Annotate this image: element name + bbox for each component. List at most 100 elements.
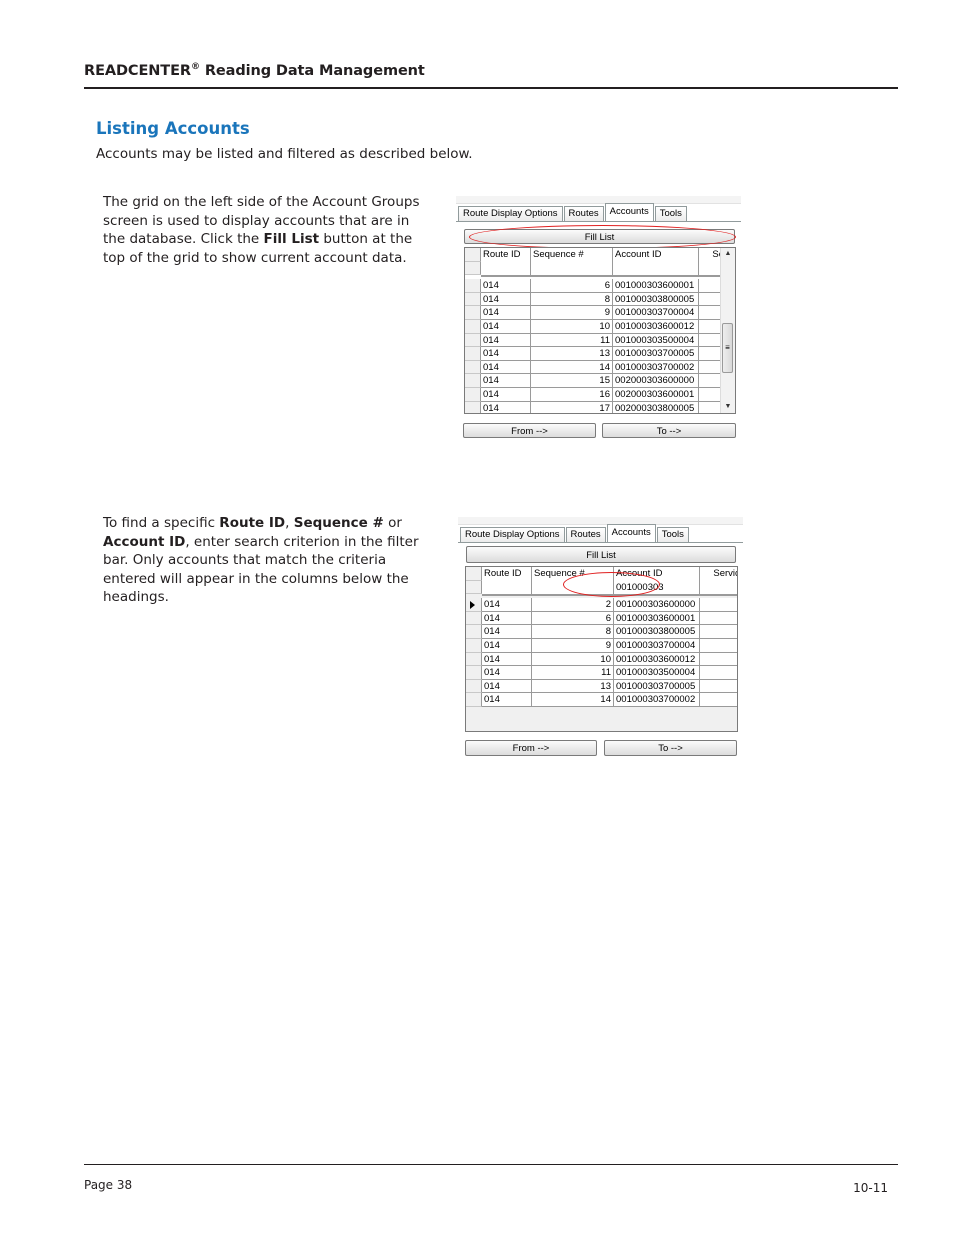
table-row[interactable]: 014110010003035000041 xyxy=(466,666,737,680)
table-row[interactable]: 014140010003037000021 xyxy=(466,693,737,707)
cell-seq: 17 xyxy=(531,401,613,413)
filter-route-id[interactable] xyxy=(481,261,531,278)
scroll-thumb[interactable]: ≡ xyxy=(722,323,733,373)
row-selector[interactable] xyxy=(465,292,481,307)
column-header-account-id[interactable]: Account ID xyxy=(613,248,699,262)
row-selector[interactable] xyxy=(465,279,481,293)
row-selector[interactable] xyxy=(466,679,482,694)
cell-seq: 13 xyxy=(531,347,613,361)
table-row[interactable]: 014150020003036000001 xyxy=(465,374,735,388)
table-row[interactable]: 01480010003038000051 xyxy=(465,292,735,307)
cell-seq: 2 xyxy=(532,598,614,612)
cell-route: 014 xyxy=(481,333,531,348)
tab-accounts[interactable]: Accounts xyxy=(606,524,656,542)
section-intro: Accounts may be listed and filtered as d… xyxy=(96,146,473,162)
cell-seq: 15 xyxy=(531,374,613,388)
text: , xyxy=(285,515,294,531)
column-header-sequence-[interactable]: Sequence # xyxy=(531,248,613,262)
row-selector[interactable] xyxy=(466,625,482,639)
to-button[interactable]: To --> xyxy=(604,740,737,756)
header-rule xyxy=(84,87,898,89)
cell-service: 1 xyxy=(700,611,737,626)
table-row[interactable]: 01480010003038000051 xyxy=(466,625,737,639)
tab-route-display-options[interactable]: Route Display Options xyxy=(460,527,565,542)
filter-sequence[interactable] xyxy=(531,261,613,278)
cell-seq: 16 xyxy=(531,388,613,402)
fill-list-button[interactable]: Fill List xyxy=(464,229,735,244)
table-row[interactable]: 014140010003037000021 xyxy=(465,360,735,375)
row-selector xyxy=(465,261,481,276)
cell-route: 014 xyxy=(481,320,531,334)
cell-account: 001000303700004 xyxy=(613,306,699,320)
table-row[interactable]: 01460010003036000011 xyxy=(466,611,737,626)
tab-tools[interactable]: Tools xyxy=(656,527,689,542)
row-selector[interactable] xyxy=(465,306,481,320)
tab-accounts[interactable]: Accounts xyxy=(604,203,654,221)
from-button[interactable]: From --> xyxy=(463,423,596,438)
row-selector[interactable] xyxy=(466,598,482,612)
filter-account-id[interactable] xyxy=(613,261,699,278)
row-selector[interactable] xyxy=(465,388,481,402)
row-selector[interactable] xyxy=(465,374,481,388)
cell-seq: 10 xyxy=(532,652,614,667)
row-selector[interactable] xyxy=(465,401,481,413)
vertical-scrollbar[interactable]: ▲ ≡ ▼ xyxy=(720,248,735,413)
cell-account: 001000303600001 xyxy=(614,611,700,626)
cell-seq: 10 xyxy=(531,320,613,334)
row-selector[interactable] xyxy=(465,320,481,334)
table-row[interactable]: 014130010003037000051 xyxy=(465,347,735,361)
cell-account: 001000303600012 xyxy=(613,320,699,334)
row-selector[interactable] xyxy=(465,360,481,375)
row-selector[interactable] xyxy=(466,666,482,680)
filter-route-id[interactable] xyxy=(482,580,532,597)
tab-route-display-options[interactable]: Route Display Options xyxy=(458,206,563,221)
text: or xyxy=(383,515,402,531)
column-header-account-id[interactable]: Account ID xyxy=(614,567,700,581)
table-row[interactable]: 014160020003036000011 xyxy=(465,388,735,402)
column-header-sequence-[interactable]: Sequence # xyxy=(532,567,614,581)
filter-sequence[interactable] xyxy=(532,580,614,597)
scroll-down-icon[interactable]: ▼ xyxy=(721,401,735,413)
to-button[interactable]: To --> xyxy=(602,423,736,438)
cell-route: 014 xyxy=(482,625,532,639)
row-selector[interactable] xyxy=(466,693,482,707)
row-selector[interactable] xyxy=(466,639,482,653)
tab-bar: Route Display Options Routes Accounts Tools xyxy=(458,203,688,221)
cell-seq: 14 xyxy=(532,693,614,707)
column-header-service-[interactable]: Service # xyxy=(700,567,737,581)
filter-account-id[interactable]: 001000303 xyxy=(614,580,700,597)
cell-seq: 8 xyxy=(531,292,613,307)
from-button[interactable]: From --> xyxy=(465,740,597,756)
cell-account: 001000303600012 xyxy=(614,652,700,667)
filter-service[interactable] xyxy=(700,580,737,597)
cell-account: 001000303700005 xyxy=(614,679,700,694)
document-header-title: READCENTER® Reading Data Management xyxy=(84,62,425,79)
row-selector xyxy=(466,567,482,581)
table-row[interactable]: 01490010003037000041 xyxy=(466,639,737,653)
tab-tools[interactable]: Tools xyxy=(654,206,687,221)
scroll-up-icon[interactable]: ▲ xyxy=(721,248,735,260)
column-header-route-id[interactable]: Route ID xyxy=(482,567,532,581)
tab-routes[interactable]: Routes xyxy=(563,206,604,221)
table-row[interactable]: 014110010003035000041 xyxy=(465,333,735,348)
row-selector[interactable] xyxy=(466,652,482,667)
row-selector[interactable] xyxy=(466,611,482,626)
fill-list-button[interactable]: Fill List xyxy=(466,546,736,563)
cell-route: 014 xyxy=(481,360,531,375)
table-row[interactable]: 01490010003037000041 xyxy=(465,306,735,320)
tab-routes[interactable]: Routes xyxy=(565,527,606,542)
cell-account: 002000303600001 xyxy=(613,388,699,402)
cell-account: 001000303700005 xyxy=(613,347,699,361)
table-row[interactable]: 014100010003036000121 xyxy=(466,652,737,667)
row-selector[interactable] xyxy=(465,347,481,361)
cell-route: 014 xyxy=(482,666,532,680)
table-row[interactable]: 01420010003036000001 xyxy=(466,598,737,612)
table-row[interactable]: 014170020003038000051 xyxy=(465,401,735,413)
cell-account: 001000303600000 xyxy=(614,598,700,612)
table-row[interactable]: 014100010003036000121 xyxy=(465,320,735,334)
table-row[interactable]: 01460010003036000011 xyxy=(465,279,735,293)
row-selector[interactable] xyxy=(465,333,481,348)
column-header-route-id[interactable]: Route ID xyxy=(481,248,531,262)
table-row[interactable]: 014130010003037000051 xyxy=(466,679,737,694)
cell-account: 001000303700002 xyxy=(614,693,700,707)
